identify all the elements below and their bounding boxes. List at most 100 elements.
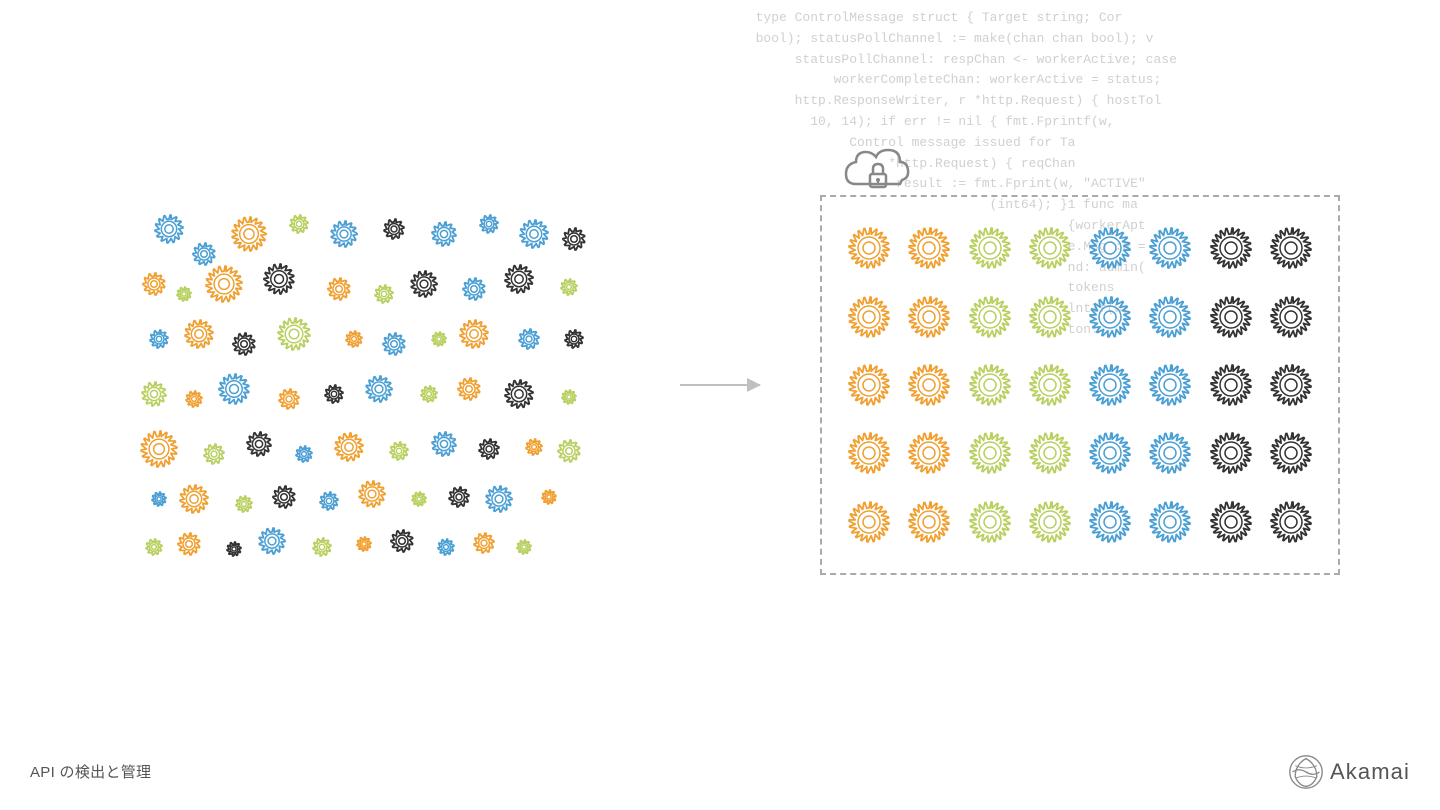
scattered-gear [202, 262, 246, 311]
scattered-gear [355, 477, 389, 516]
scattered-gear [386, 438, 412, 469]
grid-gear [1264, 354, 1318, 416]
scattered-gear [232, 492, 256, 521]
scattered-gear [255, 524, 289, 563]
diagram-container [100, 175, 1340, 595]
scattered-gear [380, 215, 408, 248]
grid-gear [1264, 422, 1318, 484]
grid-gear [963, 354, 1017, 416]
scattered-gear [148, 488, 170, 515]
grid-gear [1083, 217, 1137, 279]
gear-grid [822, 197, 1338, 573]
scattered-gear [176, 481, 212, 522]
arrow-container [680, 384, 760, 386]
scattered-gear [260, 260, 298, 303]
grid-gear [1204, 285, 1258, 347]
scattered-gear [200, 440, 228, 473]
grid-gear [1204, 354, 1258, 416]
scattered-gear [215, 370, 253, 413]
grid-gear [902, 422, 956, 484]
grid-gear [1143, 217, 1197, 279]
scattered-gear [501, 261, 537, 302]
scattered-gear [501, 376, 537, 417]
scattered-gear [243, 428, 275, 465]
grid-gear [842, 354, 896, 416]
scattered-gear [445, 483, 473, 516]
grid-gear [902, 491, 956, 553]
scattered-gear [561, 326, 587, 357]
scattered-gear [275, 385, 303, 418]
scattered-gear [407, 267, 441, 306]
cloud-lock-icon [842, 142, 912, 207]
grid-gear [1083, 285, 1137, 347]
grid-gear [1264, 491, 1318, 553]
akamai-logo-icon [1288, 754, 1324, 790]
scattered-gear [515, 325, 543, 358]
scattered-gear [321, 381, 347, 412]
scattered-gear [408, 488, 430, 515]
grid-gear [842, 285, 896, 347]
scattered-gear [538, 486, 560, 513]
grid-gear [842, 491, 896, 553]
scattered-gear [286, 211, 312, 242]
scattered-gear [269, 482, 299, 517]
scattered-gear [309, 534, 335, 565]
scattered-gear [139, 269, 169, 304]
grid-gear [1023, 422, 1077, 484]
grid-gear [902, 285, 956, 347]
scattered-gear [327, 217, 361, 256]
scattered-gear [428, 428, 460, 465]
grid-gear [963, 285, 1017, 347]
scattered-gear [475, 435, 503, 468]
bottom-label: API の検出と管理 [30, 761, 151, 782]
akamai-logo-text: Akamai [1330, 759, 1410, 785]
scattered-gear [459, 274, 489, 309]
scattered-gear [182, 387, 206, 416]
grid-gear [1083, 422, 1137, 484]
grid-gear [1264, 217, 1318, 279]
grid-gear [963, 422, 1017, 484]
grid-gear [1083, 354, 1137, 416]
main-content [0, 0, 1440, 810]
scattered-gear [138, 378, 170, 415]
scattered-gear [513, 536, 535, 563]
scattered-gear [331, 429, 367, 470]
scattered-gear [173, 283, 195, 310]
grid-gear [902, 354, 956, 416]
scattered-gear [342, 327, 366, 356]
grid-gear [902, 217, 956, 279]
scattered-gear [476, 211, 502, 242]
grid-gear [1083, 491, 1137, 553]
scattered-gear [417, 382, 441, 411]
grid-gear [1143, 354, 1197, 416]
scattered-gear [371, 281, 397, 312]
scattered-gear [516, 216, 552, 257]
scattered-gear [174, 529, 204, 564]
grid-gear [842, 217, 896, 279]
scattered-gear [428, 218, 460, 255]
scattered-gear [434, 535, 458, 564]
grid-gear [1143, 422, 1197, 484]
scattered-gear [558, 386, 580, 413]
scattered-gear [557, 275, 581, 304]
scattered-gear [482, 482, 516, 521]
scattered-gear [146, 326, 172, 357]
scattered-gear [228, 213, 270, 260]
scattered-gear [324, 274, 354, 309]
scattered-gear [559, 224, 589, 259]
scattered-gear [353, 533, 375, 560]
akamai-logo: Akamai [1288, 754, 1410, 790]
grid-gear [963, 491, 1017, 553]
scattered-gear [181, 316, 217, 357]
scattered-gear [379, 329, 409, 364]
scattered-gear [470, 529, 498, 562]
scattered-gear [522, 435, 546, 464]
grid-gear [842, 422, 896, 484]
scattered-gear [274, 314, 314, 359]
scattered-gear [456, 316, 492, 357]
scattered-gear [454, 374, 484, 409]
grid-gear [1023, 354, 1077, 416]
scattered-gear [229, 329, 259, 364]
grid-gear [1023, 217, 1077, 279]
grid-gear [1023, 285, 1077, 347]
